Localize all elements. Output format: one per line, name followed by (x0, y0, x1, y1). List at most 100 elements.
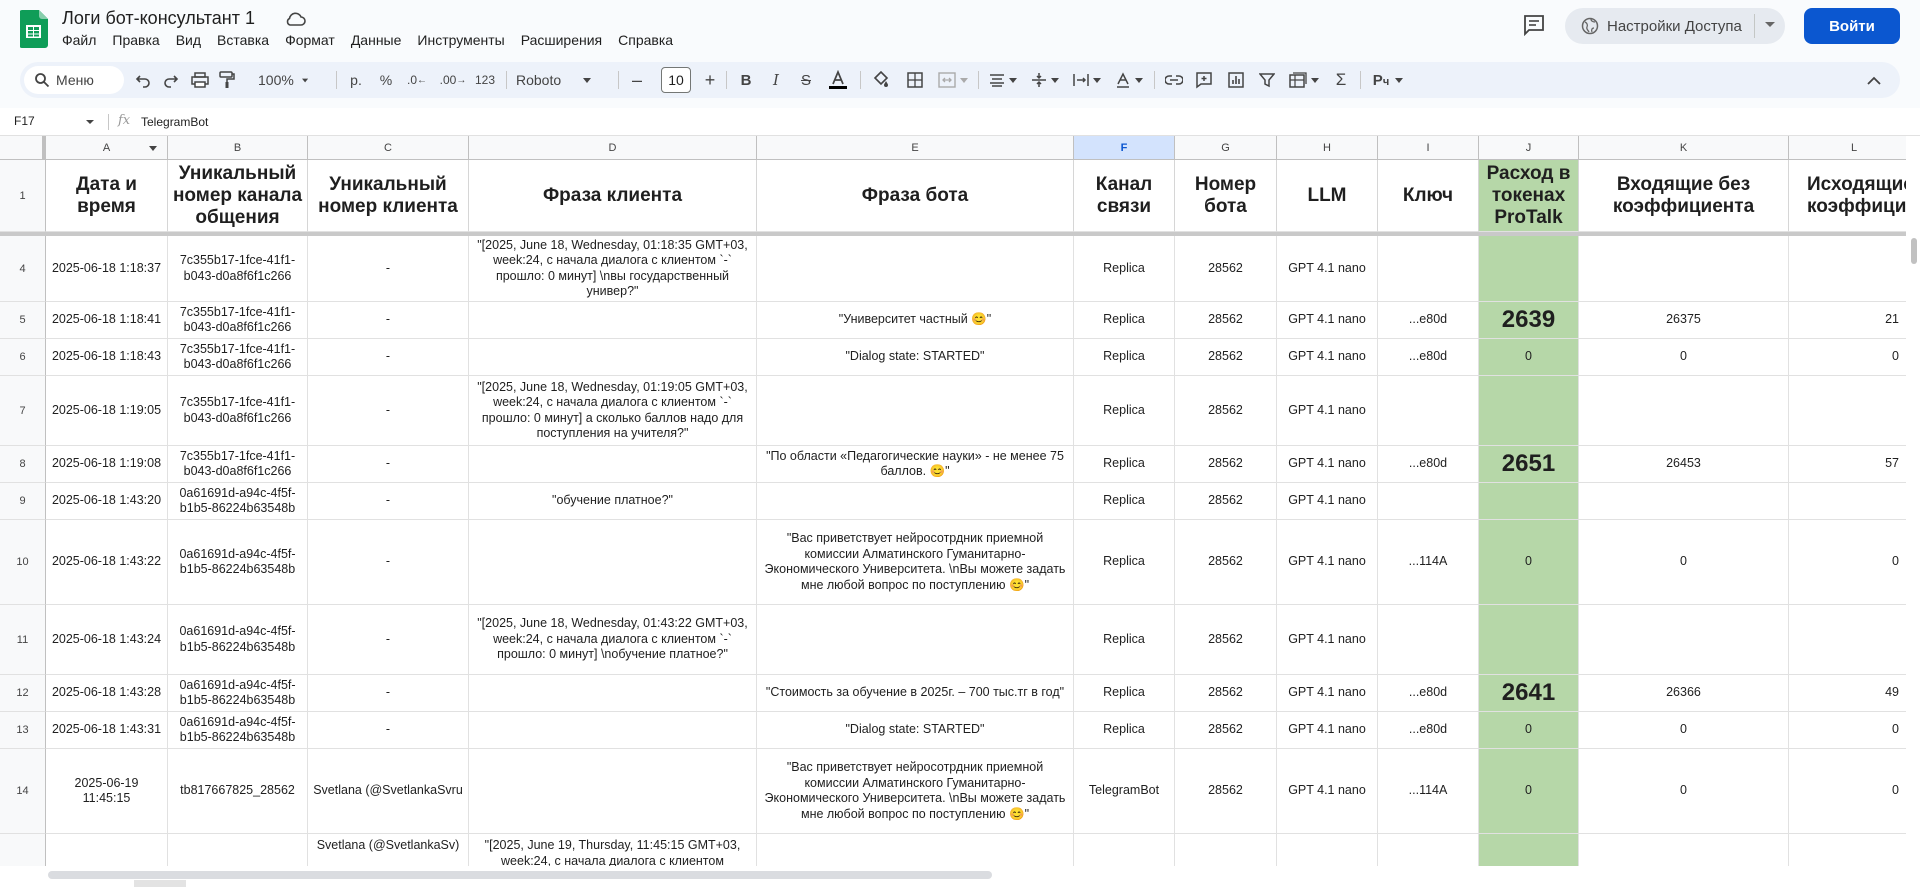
table-cell[interactable]: 26453 (1579, 446, 1789, 483)
table-cell[interactable]: 0a61691d-a94c-4f5f-b1b5-86224b63548b (168, 712, 308, 749)
table-cell[interactable] (1479, 605, 1579, 675)
table-cell[interactable]: 28562 (1175, 302, 1277, 339)
table-cell[interactable]: 0 (1579, 520, 1789, 605)
paint-format-icon[interactable] (216, 62, 238, 98)
table-cell[interactable] (757, 236, 1074, 302)
table-cell[interactable]: GPT 4.1 nano (1277, 712, 1378, 749)
insert-chart-icon[interactable] (1224, 62, 1248, 98)
functions-icon[interactable]: Σ (1330, 62, 1352, 98)
header-cell[interactable]: Исходящие коэффици (1789, 160, 1920, 232)
header-cell[interactable]: Уникальный номер канала общения (168, 160, 308, 232)
row-header[interactable] (0, 834, 46, 866)
table-cell[interactable]: 28562 (1175, 520, 1277, 605)
header-cell[interactable]: Канал связи (1074, 160, 1175, 232)
table-cell[interactable]: 2025-06-18 1:19:05 (46, 376, 168, 446)
table-cell[interactable] (469, 675, 757, 712)
table-cell[interactable]: 0 (1789, 339, 1920, 376)
vertical-scroll-thumb[interactable] (1911, 238, 1917, 264)
table-cell[interactable]: ...e80d (1378, 339, 1479, 376)
row-header[interactable]: 11 (0, 605, 46, 675)
vertical-scrollbar[interactable] (1906, 136, 1920, 866)
table-cell[interactable]: Replica (1074, 675, 1175, 712)
table-cell[interactable]: 0 (1579, 712, 1789, 749)
table-cell[interactable] (1378, 605, 1479, 675)
table-cell[interactable]: - (308, 605, 469, 675)
font-select[interactable]: Roboto (516, 62, 608, 98)
column-header-e[interactable]: E (757, 136, 1074, 160)
table-cell[interactable] (1789, 236, 1920, 302)
row-header[interactable]: 12 (0, 675, 46, 712)
font-size-increase-icon[interactable]: + (700, 62, 720, 98)
table-cell[interactable]: GPT 4.1 nano (1277, 302, 1378, 339)
table-cell[interactable]: 0a61691d-a94c-4f5f-b1b5-86224b63548b (168, 520, 308, 605)
table-cell[interactable]: 28562 (1175, 675, 1277, 712)
table-cell[interactable] (1579, 605, 1789, 675)
table-cell[interactable] (1479, 834, 1579, 866)
table-cell[interactable]: "Вас приветствует нейросотрдник приемной… (757, 749, 1074, 834)
header-cell[interactable]: Фраза клиента (469, 160, 757, 232)
table-cell[interactable]: Replica (1074, 236, 1175, 302)
column-header-h[interactable]: H (1277, 136, 1378, 160)
table-cell[interactable]: 28562 (1175, 376, 1277, 446)
table-cell[interactable]: 28562 (1175, 483, 1277, 520)
table-cell[interactable] (46, 834, 168, 866)
table-cell[interactable]: TelegramBot (1074, 749, 1175, 834)
table-cell[interactable] (469, 749, 757, 834)
column-header-c[interactable]: C (308, 136, 469, 160)
column-header-l[interactable]: L (1789, 136, 1920, 160)
table-cell[interactable] (1074, 834, 1175, 866)
table-cell[interactable] (1789, 605, 1920, 675)
table-cell[interactable]: 0a61691d-a94c-4f5f-b1b5-86224b63548b (168, 483, 308, 520)
table-cell[interactable]: - (308, 675, 469, 712)
row-header[interactable]: 8 (0, 446, 46, 483)
table-cell[interactable]: 0a61691d-a94c-4f5f-b1b5-86224b63548b (168, 675, 308, 712)
menu-extensions[interactable]: Расширения (521, 32, 610, 48)
table-cell[interactable]: "обучение платное?" (469, 483, 757, 520)
table-cell[interactable]: - (308, 483, 469, 520)
text-rotation-icon[interactable] (1112, 62, 1146, 98)
table-cell[interactable]: "Dialog state: STARTED" (757, 712, 1074, 749)
currency-format-button[interactable]: р. (346, 62, 366, 98)
share-settings-button[interactable]: Настройки Доступа (1565, 8, 1785, 44)
table-cell[interactable]: 2641 (1479, 675, 1579, 712)
column-header-d[interactable]: D (469, 136, 757, 160)
table-cell[interactable]: tb817667825_28562 (168, 749, 308, 834)
table-cell[interactable] (1579, 834, 1789, 866)
header-cell[interactable]: Уникальный номер клиента (308, 160, 469, 232)
borders-icon[interactable] (904, 62, 926, 98)
table-cell[interactable]: "По области «Педагогические науки» - не … (757, 446, 1074, 483)
header-cell[interactable]: Номер бота (1175, 160, 1277, 232)
chevron-down-icon[interactable] (86, 120, 94, 124)
table-cell[interactable]: 0 (1789, 520, 1920, 605)
table-cell[interactable] (1378, 376, 1479, 446)
input-tools-icon[interactable]: Рч (1368, 62, 1408, 98)
table-cell[interactable]: 28562 (1175, 236, 1277, 302)
table-cell[interactable] (1277, 834, 1378, 866)
table-cell[interactable]: 0 (1789, 749, 1920, 834)
column-header-j[interactable]: J (1479, 136, 1579, 160)
table-cell[interactable]: 2025-06-18 1:19:08 (46, 446, 168, 483)
table-cell[interactable]: GPT 4.1 nano (1277, 675, 1378, 712)
table-cell[interactable]: 0 (1579, 749, 1789, 834)
table-cell[interactable]: "Университет частный 😊" (757, 302, 1074, 339)
comment-icon[interactable] (1522, 14, 1546, 36)
insert-link-icon[interactable] (1162, 62, 1186, 98)
font-size-input[interactable]: 10 (661, 67, 691, 93)
name-box[interactable]: F17 (14, 114, 35, 128)
table-cell[interactable]: ...114A (1378, 520, 1479, 605)
filter-dropdown-icon[interactable] (149, 146, 157, 151)
table-cell[interactable]: Replica (1074, 483, 1175, 520)
table-cell[interactable]: - (308, 376, 469, 446)
table-cell[interactable] (1579, 236, 1789, 302)
table-cell[interactable]: 0 (1479, 339, 1579, 376)
table-cell[interactable]: 2025-06-18 1:18:41 (46, 302, 168, 339)
login-button[interactable]: Войти (1804, 8, 1900, 44)
insert-comment-icon[interactable] (1192, 62, 1216, 98)
table-cell[interactable]: 7c355b17-1fce-41f1-b043-d0a8f6f1c266 (168, 236, 308, 302)
table-cell[interactable]: Svetlana (@SvetlankaSv) (308, 834, 469, 866)
table-cell[interactable] (757, 834, 1074, 866)
text-wrap-icon[interactable] (1070, 62, 1104, 98)
table-cell[interactable]: 28562 (1175, 446, 1277, 483)
header-cell[interactable]: Расход в токенах ProTalk (1479, 160, 1579, 232)
table-cell[interactable] (1789, 834, 1920, 866)
